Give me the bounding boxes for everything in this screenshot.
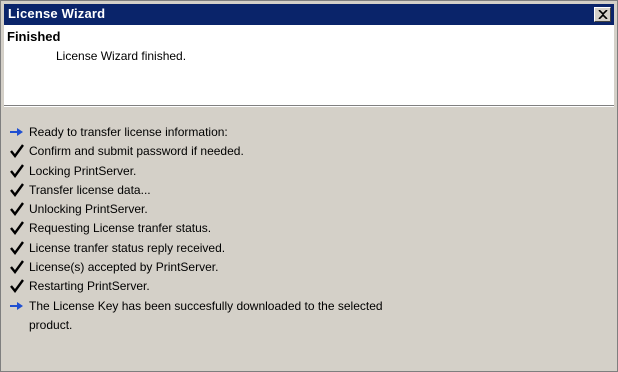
check-icon (10, 183, 24, 197)
page-subtitle: License Wizard finished. (56, 49, 187, 63)
header-panel (4, 25, 614, 106)
check-icon (10, 241, 24, 255)
divider (4, 106, 614, 107)
title-bar[interactable]: License Wizard (4, 4, 614, 25)
log-item: Confirm and submit password if needed. (9, 142, 609, 161)
log-item: Unlocking PrintServer. (9, 200, 609, 219)
license-wizard-window: License Wizard Finished License Wizard f… (0, 0, 618, 372)
log-item-text: Ready to transfer license information: (29, 125, 228, 139)
check-icon (10, 144, 24, 159)
log-item-text: Unlocking PrintServer. (29, 202, 148, 217)
window-title: License Wizard (8, 6, 106, 21)
log-item: License(s) accepted by PrintServer. (9, 258, 609, 277)
log-item-text-continued: product. (29, 317, 73, 332)
arrow-right-icon (10, 128, 23, 136)
log-item: Ready to transfer license information: (9, 123, 609, 142)
log-item: Locking PrintServer. (9, 162, 609, 181)
arrow-right-icon (10, 301, 23, 310)
check-icon (10, 260, 24, 275)
log-item: Requesting License tranfer status. (9, 219, 609, 238)
check-icon (10, 163, 24, 178)
log-item: Transfer license data... (9, 181, 609, 200)
check-icon (10, 202, 24, 217)
log-item-text: Locking PrintServer. (29, 163, 137, 178)
page-title: Finished (7, 29, 61, 44)
log-item: Restarting PrintServer. (9, 277, 609, 296)
check-icon (10, 221, 24, 236)
log-item: License tranfer status reply received. (9, 239, 609, 258)
log-item-text: License tranfer status reply received. (29, 240, 226, 255)
log-item: The License Key has been succesfully dow… (9, 297, 609, 336)
log-item-text: The License Key has been succesfully dow… (29, 298, 383, 313)
check-icon (10, 279, 24, 294)
log-item-text: Restarting PrintServer. (29, 279, 150, 294)
close-icon (598, 10, 608, 19)
log-item-text: License(s) accepted by PrintServer. (29, 260, 219, 275)
log-item-text: Confirm and submit password if needed. (29, 144, 244, 159)
close-button[interactable] (594, 7, 611, 22)
log-item-text: Transfer license data... (29, 182, 151, 197)
status-log: Ready to transfer license information: C… (9, 123, 609, 335)
log-item-text: Requesting License tranfer status. (29, 221, 212, 236)
